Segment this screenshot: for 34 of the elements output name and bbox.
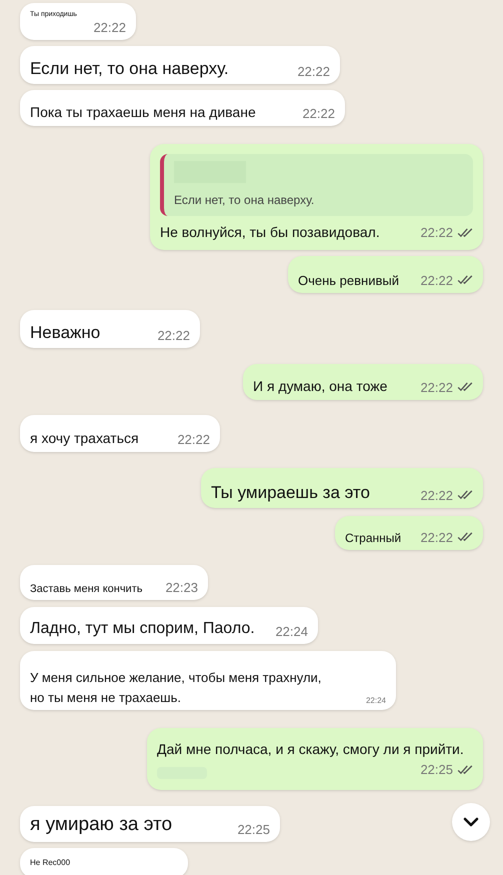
scroll-down-button[interactable] — [452, 803, 490, 841]
message-text: Неважно — [30, 322, 100, 344]
message-time: 22:22 — [302, 104, 335, 122]
message-time: 22:22 — [420, 486, 453, 504]
quoted-text: Если нет, то она наверху. — [174, 192, 316, 208]
message-text: У меня сильное желание, чтобы меня трахнули, но ты меня не трахаешь. — [30, 669, 322, 707]
message-text: Очень ревнивый — [298, 272, 399, 290]
message-time: 22:22 — [420, 272, 453, 290]
message-text: Если нет, то она наверху. — [30, 58, 229, 80]
message-text: Ты умираешь за это — [211, 482, 370, 504]
message-time: 22:22 — [420, 528, 453, 546]
message-text: Пока ты трахаешь меня на диване — [30, 103, 256, 122]
message-time: 22:22 — [157, 326, 190, 344]
message-time: 22:22 — [420, 378, 453, 396]
quoted-message[interactable]: Если нет, то она наверху. — [160, 154, 473, 216]
message-time: 22:22 — [420, 224, 453, 242]
message-time: 22:22 — [93, 18, 126, 36]
message-text: Не волнуйся, ты бы позавидовал. — [160, 222, 380, 242]
message-time: 22:22 — [297, 62, 330, 80]
message-time: 22:25 — [237, 820, 270, 838]
chevron-down-icon — [463, 817, 479, 827]
message-text: Дай мне полчаса, и я скажу, смогу ли я прийти. — [157, 740, 465, 759]
message-time: 22:24 — [366, 695, 386, 707]
message-time: 22:24 — [275, 622, 308, 640]
message-text: я хочу трахаться — [30, 429, 139, 448]
message-text: Ладно, тут мы спорим, Паоло. — [30, 619, 255, 639]
message-time: 22:23 — [165, 578, 198, 596]
message-text: Не Rec000 — [30, 857, 70, 869]
message-time: 22:25 — [420, 760, 453, 779]
message-text: И я думаю, она тоже — [253, 377, 388, 396]
message-text: Заставь меня кончить — [30, 582, 142, 596]
message-time: 22:22 — [177, 430, 210, 448]
message-text: Странный — [345, 530, 402, 547]
message-text: я умираю за это — [30, 812, 172, 836]
